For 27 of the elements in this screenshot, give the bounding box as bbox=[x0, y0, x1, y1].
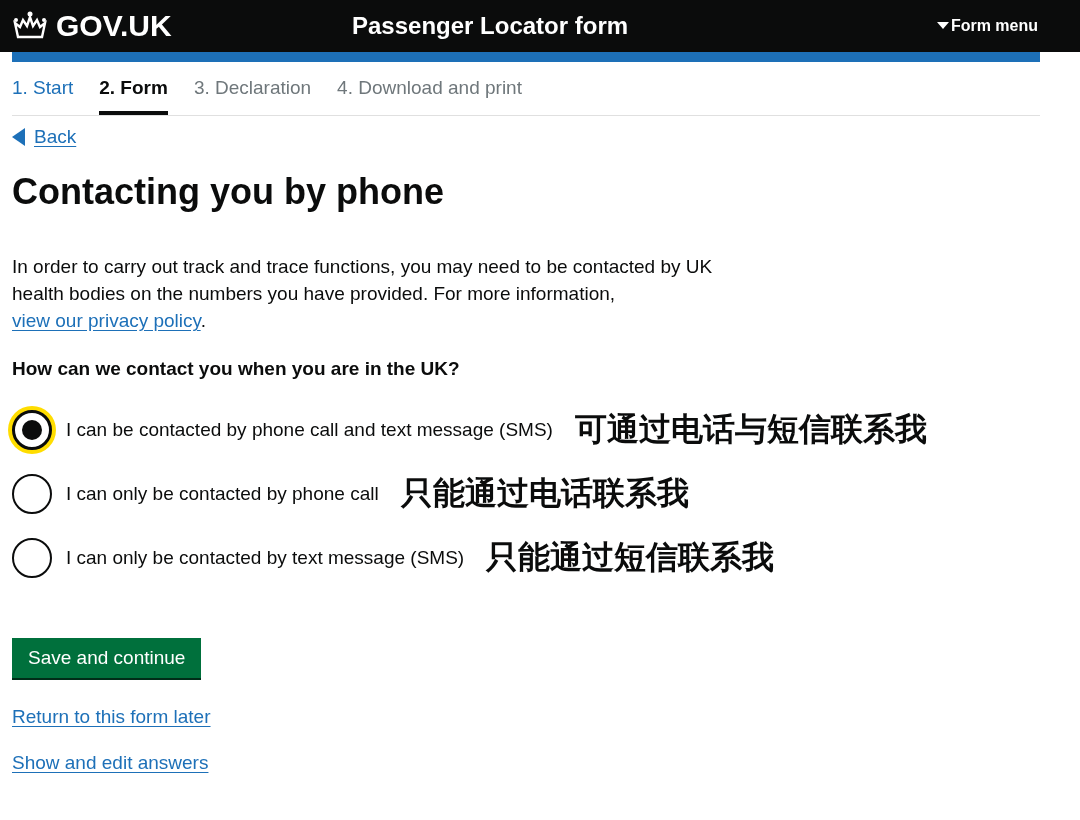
question-label: How can we contact you when you are in the UK? bbox=[12, 358, 461, 381]
annotation-text: 只能通过电话联系我 bbox=[400, 473, 689, 515]
text-link[interactable]: Return to this form later bbox=[12, 706, 211, 729]
caret-icon bbox=[936, 22, 949, 30]
option-label[interactable]: I can only be contacted by phone call bbox=[66, 483, 379, 506]
page-heading: Contacting you by phone bbox=[12, 170, 445, 214]
back-link[interactable]: Back bbox=[12, 126, 1040, 148]
step-tab[interactable]: 3. Declaration bbox=[193, 77, 312, 115]
crown-icon bbox=[12, 11, 48, 41]
logo-text[interactable]: GOV.UK bbox=[56, 9, 172, 43]
step-tab[interactable]: 4. Download and print bbox=[337, 77, 522, 115]
privacy-policy-link[interactable]: view our privacy policy bbox=[12, 310, 201, 332]
intro-paragraph: In order to carry out track and trace functions, you may need to be contacted by UK health bodies on the numbers you have provided. For more information, view our privacy policy. bbox=[12, 255, 714, 334]
radio-button[interactable] bbox=[12, 474, 52, 515]
text-link[interactable]: Show and edit answers bbox=[12, 752, 209, 775]
step-tab[interactable]: 2. Form bbox=[99, 77, 168, 115]
annotation-text: 只能通过短信联系我 bbox=[486, 537, 775, 579]
radio-button[interactable] bbox=[12, 538, 52, 579]
option-label[interactable]: I can only be contacted by text message (SMS) bbox=[66, 547, 465, 570]
save-and-continue-button[interactable]: Save and continue bbox=[12, 638, 202, 679]
step-tab[interactable]: 1. Start bbox=[12, 77, 74, 115]
form-menu-button[interactable]: Form menu bbox=[936, 17, 1068, 35]
annotation-text: 可通过电话与短信联系我 bbox=[574, 409, 927, 451]
radio-button[interactable] bbox=[12, 410, 52, 451]
service-title: Passenger Locator form bbox=[352, 12, 630, 40]
option-label[interactable]: I can be contacted by phone call and text message (SMS) bbox=[66, 419, 553, 442]
back-arrow-icon bbox=[12, 128, 26, 146]
